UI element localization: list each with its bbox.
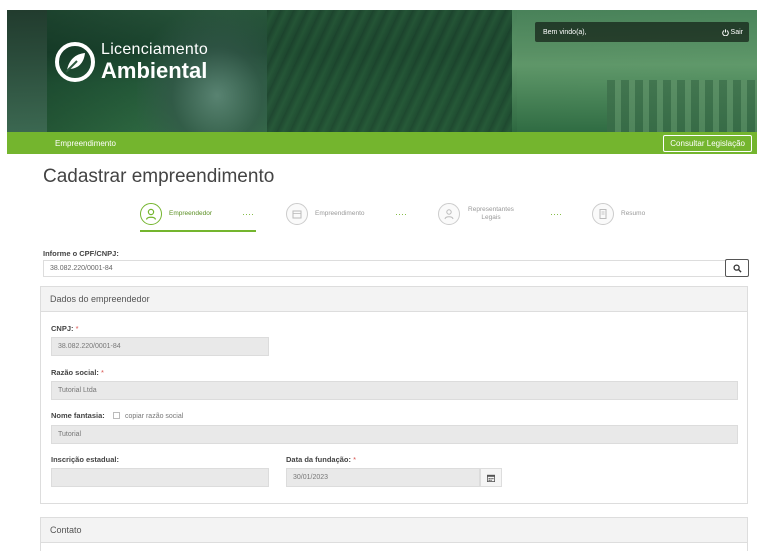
search-icon — [732, 263, 742, 273]
inscricao-estadual-label: Inscrição estadual: — [51, 455, 119, 464]
cpf-cnpj-label: Informe o CPF/CNPJ: — [43, 249, 119, 258]
razao-social-field[interactable]: Tutorial Ltda — [51, 381, 738, 400]
panel-title: Dados do empreendedor — [41, 287, 747, 312]
data-fundacao-label-text: Data da fundação: — [286, 455, 352, 464]
step-separator: ···· — [395, 209, 407, 219]
logo-title-line2: Ambiental — [101, 58, 208, 83]
required-mark: * — [101, 368, 104, 377]
step-label: Empreendimento — [315, 210, 365, 218]
header-banner: Licenciamento Ambiental Bem vindo(a), Sa… — [7, 10, 757, 132]
users-icon — [438, 203, 460, 225]
leaf-icon — [55, 42, 95, 82]
cnpj-label-text: CNPJ: — [51, 324, 74, 333]
logo-title-line1: Licenciamento — [101, 41, 209, 58]
search-button[interactable] — [725, 259, 749, 277]
consult-legislation-button[interactable]: Consultar Legislação — [663, 134, 752, 152]
step-empreendimento[interactable]: Empreendimento — [286, 200, 365, 228]
welcome-text: Bem vindo(a), — [543, 28, 587, 36]
cpf-cnpj-input[interactable]: 38.082.220/0001-84 — [43, 260, 725, 277]
calendar-button[interactable] — [480, 468, 502, 487]
step-separator: ···· — [550, 209, 562, 219]
main-navbar: Empreendimento Consultar Legislação — [7, 132, 757, 154]
power-icon — [721, 28, 729, 36]
cpf-search-row: 38.082.220/0001-84 — [43, 259, 749, 277]
razao-social-label-text: Razão social: — [51, 368, 99, 377]
empreendedor-panel: Dados do empreendedor CNPJ: * 38.082.220… — [40, 286, 748, 504]
copy-razao-checkbox[interactable] — [112, 412, 120, 419]
panel-title: Contato — [41, 518, 747, 543]
data-fundacao-label: Data da fundação: * — [286, 455, 356, 464]
step-representantes[interactable]: Representantes Legais — [438, 200, 515, 228]
inscricao-estadual-field[interactable] — [51, 468, 269, 487]
step-resumo[interactable]: Resumo — [592, 200, 645, 228]
active-step-indicator — [140, 230, 256, 232]
banner-image-segment — [267, 10, 517, 132]
copy-razao-label[interactable]: copiar razão social — [125, 413, 183, 420]
nome-fantasia-label: Nome fantasia: copiar razão social — [51, 411, 183, 420]
user-bar: Bem vindo(a), Sair — [535, 22, 749, 42]
page-title: Cadastrar empreendimento — [43, 166, 275, 187]
step-empreendedor[interactable]: Empreendedor — [140, 200, 212, 228]
data-fundacao-field[interactable]: 30/01/2023 — [286, 468, 480, 487]
document-icon — [592, 203, 614, 225]
banner-image-segment — [7, 10, 47, 132]
step-label: Resumo — [621, 210, 646, 218]
cnpj-field[interactable]: 38.082.220/0001-84 — [51, 337, 269, 356]
step-label: Empreendedor — [169, 210, 212, 218]
nav-empreendimento[interactable]: Empreendimento — [55, 139, 116, 148]
step-separator: ···· — [242, 209, 254, 219]
contato-panel: Contato — [40, 517, 748, 551]
step-label: Representantes Legais — [468, 206, 514, 221]
banner-image-segment — [607, 80, 757, 132]
nome-fantasia-field[interactable]: Tutorial — [51, 425, 738, 444]
required-mark: * — [75, 324, 79, 333]
calendar-icon — [487, 474, 495, 482]
nome-fantasia-label-text: Nome fantasia: — [51, 411, 105, 420]
logout-label: Sair — [730, 28, 743, 36]
app-logo[interactable]: Licenciamento Ambiental — [55, 42, 208, 82]
razao-social-label: Razão social: * — [51, 368, 104, 377]
user-icon — [140, 203, 162, 225]
required-mark: * — [353, 455, 357, 464]
cnpj-label: CNPJ: * — [51, 324, 79, 333]
logout-button[interactable]: Sair — [721, 28, 743, 36]
building-icon — [286, 203, 308, 225]
